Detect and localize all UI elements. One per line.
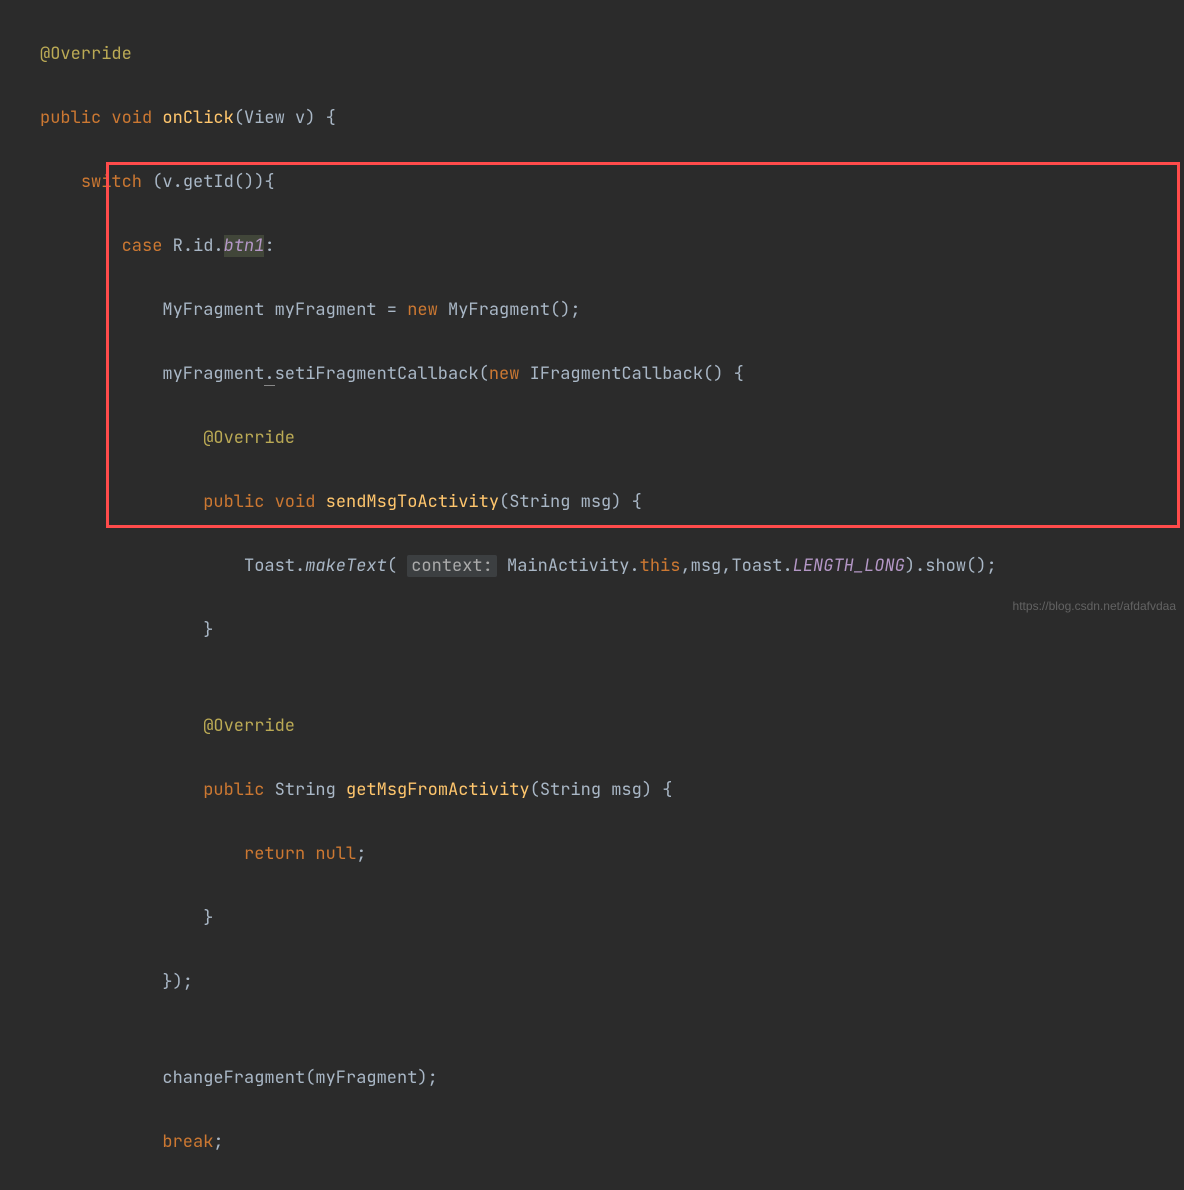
code-line: case R.id.btn1: xyxy=(0,230,1184,262)
code-line: myFragment.setiFragmentCallback(new IFra… xyxy=(0,358,1184,390)
keyword: public xyxy=(203,779,264,801)
code-text: Toast. xyxy=(244,555,305,577)
code-text: ).show(); xyxy=(905,555,997,577)
keyword: break xyxy=(162,1131,213,1153)
keyword: new xyxy=(489,363,520,385)
static-field: btn1 xyxy=(224,235,265,257)
annotation: @Override xyxy=(203,715,295,737)
keyword: public xyxy=(203,491,264,513)
code-editor[interactable]: @Override public void onClick(View v) { … xyxy=(0,0,1184,1190)
code-text: R.id. xyxy=(162,235,223,257)
code-text: String xyxy=(264,779,346,801)
code-text: ( xyxy=(387,555,407,577)
code-line: }); xyxy=(0,966,1184,998)
code-text: ,msg,Toast. xyxy=(680,555,792,577)
keyword: new xyxy=(407,299,438,321)
code-text: MyFragment myFragment = xyxy=(162,299,407,321)
method-name: sendMsgToActivity xyxy=(326,491,499,513)
watermark-text: https://blog.csdn.net/afdafvdaa xyxy=(1013,590,1176,622)
code-line: changeFragment(myFragment); xyxy=(0,1062,1184,1094)
code-line: @Override xyxy=(0,422,1184,454)
annotation: @Override xyxy=(40,43,132,65)
code-line: break; xyxy=(0,1126,1184,1158)
keyword: void xyxy=(275,491,316,513)
code-text: MainActivity. xyxy=(497,555,640,577)
keyword: return null xyxy=(244,843,356,865)
code-line: public void sendMsgToActivity(String msg… xyxy=(0,486,1184,518)
code-text: ; xyxy=(356,843,366,865)
code-text: IFragmentCallback() { xyxy=(519,363,743,385)
code-line: return null; xyxy=(0,838,1184,870)
code-text: } xyxy=(203,619,213,641)
method-name: getMsgFromActivity xyxy=(346,779,530,801)
code-line: Toast.makeText( context: MainActivity.th… xyxy=(0,550,1184,582)
code-text: } xyxy=(203,907,213,929)
code-line: } xyxy=(0,614,1184,646)
code-text: MyFragment(); xyxy=(438,299,581,321)
annotation: @Override xyxy=(203,427,295,449)
keyword: void xyxy=(111,107,152,129)
code-line: @Override xyxy=(0,710,1184,742)
code-text: (v.getId()){ xyxy=(142,171,275,193)
keyword: switch xyxy=(81,171,142,193)
code-text: (String msg) { xyxy=(530,779,673,801)
keyword: this xyxy=(640,555,681,577)
code-line: public String getMsgFromActivity(String … xyxy=(0,774,1184,806)
keyword: case xyxy=(122,235,163,257)
code-text: . xyxy=(264,363,274,386)
code-line: MyFragment myFragment = new MyFragment()… xyxy=(0,294,1184,326)
method-name: onClick xyxy=(162,107,233,129)
keyword: public xyxy=(40,107,101,129)
code-text: setiFragmentCallback( xyxy=(275,363,489,385)
code-line: public void onClick(View v) { xyxy=(0,102,1184,134)
code-text: (View v) { xyxy=(234,107,336,129)
static-field: LENGTH_LONG xyxy=(793,555,905,577)
code-line: switch (v.getId()){ xyxy=(0,166,1184,198)
parameter-hint: context: xyxy=(407,555,497,577)
code-text: ; xyxy=(213,1131,223,1153)
code-text: (String msg) { xyxy=(499,491,642,513)
code-text: : xyxy=(264,235,274,257)
code-text: }); xyxy=(162,971,193,993)
code-line: } xyxy=(0,902,1184,934)
static-method: makeText xyxy=(305,555,387,577)
code-text: myFragment xyxy=(162,363,264,385)
code-line: @Override xyxy=(0,38,1184,70)
code-text: changeFragment(myFragment); xyxy=(162,1067,437,1089)
